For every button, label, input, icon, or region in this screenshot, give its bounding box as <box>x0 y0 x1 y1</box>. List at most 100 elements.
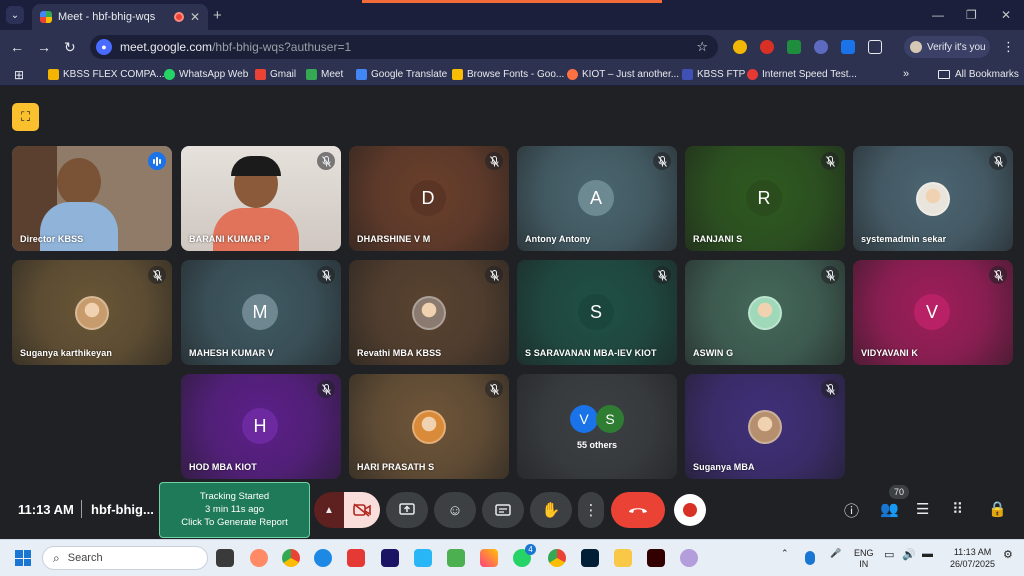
participant-tile[interactable]: Revathi MBA KBSS <box>349 260 509 365</box>
activities-icon[interactable]: ⠿ <box>952 500 963 518</box>
extension-icon[interactable] <box>814 40 828 54</box>
recording-notice-icon[interactable]: ⛶ <box>12 103 39 131</box>
language-indicator[interactable]: ENG IN <box>854 548 874 570</box>
app-icon[interactable] <box>347 549 365 567</box>
bookmark-label: Google Translate <box>371 69 448 80</box>
raise-hand-button[interactable]: ✋ <box>530 492 572 528</box>
meeting-info-icon[interactable]: ⓘ <box>844 500 859 521</box>
bookmark-item[interactable]: WhatsApp Web <box>164 69 248 80</box>
participant-tile[interactable]: R RANJANI S <box>685 146 845 251</box>
forward-icon[interactable]: → <box>37 39 51 55</box>
participant-tile[interactable]: M MAHESH KUMAR V <box>181 260 341 365</box>
bookmark-icon <box>48 69 59 80</box>
play-store-icon[interactable] <box>447 549 465 567</box>
start-icon[interactable] <box>15 550 31 566</box>
participant-name: Suganya MBA <box>693 462 755 472</box>
illustrator-icon[interactable] <box>647 549 665 567</box>
microphone-icon[interactable]: ● <box>96 39 112 55</box>
participant-tile[interactable]: Director KBSS <box>12 146 172 251</box>
bookmark-item[interactable]: Meet <box>306 69 343 80</box>
more-options-button[interactable]: ⋮ <box>578 492 604 528</box>
edge-icon[interactable] <box>314 549 332 567</box>
volume-icon[interactable]: 🔊 <box>902 548 916 561</box>
app-icon[interactable] <box>414 549 432 567</box>
app-icon[interactable] <box>250 549 268 567</box>
bookmark-item[interactable]: Browse Fonts - Goo... <box>452 69 564 80</box>
bookmark-item[interactable]: KBSS FTP <box>682 69 745 80</box>
apps-grid-icon[interactable]: ⊞ <box>14 68 24 82</box>
bookmark-item[interactable]: Gmail <box>255 69 296 80</box>
notifications-icon[interactable]: ⚙ <box>1003 548 1013 561</box>
file-explorer-icon[interactable] <box>614 549 632 567</box>
bookmark-item[interactable]: Google Translate <box>356 69 447 80</box>
participant-tile[interactable]: H HOD MBA KIOT <box>181 374 341 479</box>
participant-name: Suganya karthikeyan <box>20 348 112 358</box>
participant-tile[interactable]: S S SARAVANAN MBA-IEV KIOT <box>517 260 677 365</box>
recording-indicator-button[interactable] <box>674 494 706 526</box>
avatar <box>910 41 922 53</box>
participant-tile[interactable]: HARI PRASATH S <box>349 374 509 479</box>
reactions-button[interactable]: ☺ <box>434 492 476 528</box>
tab-search-button[interactable]: ⌄ <box>6 6 24 24</box>
bluetooth-icon[interactable] <box>805 551 815 565</box>
participant-tile[interactable]: ASWIN G <box>685 260 845 365</box>
camera-options-button[interactable]: ▲ <box>314 492 344 528</box>
close-window-icon[interactable]: ✕ <box>1001 8 1011 22</box>
people-icon[interactable]: 👥 <box>880 500 899 518</box>
participant-tile[interactable]: systemadmin sekar <box>853 146 1013 251</box>
bookmark-item[interactable]: KIOT – Just another... <box>567 69 679 80</box>
participant-tile[interactable]: Suganya karthikeyan <box>12 260 172 365</box>
profile-button[interactable]: Verify it's you <box>904 36 990 58</box>
captions-button[interactable] <box>482 492 524 528</box>
chat-icon[interactable]: ☰ <box>916 500 929 518</box>
extension-icon[interactable] <box>760 40 774 54</box>
more-menu-icon[interactable]: ⋮ <box>1002 39 1015 55</box>
taskbar-clock[interactable]: 11:13 AM 26/07/2025 <box>950 546 995 570</box>
participant-tile[interactable]: BARANI KUMAR P <box>181 146 341 251</box>
meet-icon <box>306 69 317 80</box>
close-tab-icon[interactable]: ✕ <box>190 10 200 24</box>
extension-icon[interactable] <box>841 40 855 54</box>
leave-call-button[interactable] <box>611 492 665 528</box>
participant-tile[interactable]: Suganya MBA <box>685 374 845 479</box>
browser-tab[interactable]: Meet - hbf-bhig-wqs ✕ <box>32 4 208 30</box>
chrome-icon[interactable] <box>548 549 566 567</box>
participant-tile[interactable]: A Antony Antony <box>517 146 677 251</box>
photoshop-icon[interactable] <box>581 549 599 567</box>
bookmark-item[interactable]: KBSS FLEX COMPA... <box>48 69 165 80</box>
participant-tile[interactable]: D DHARSHINE V M <box>349 146 509 251</box>
camera-off-button[interactable] <box>344 492 380 528</box>
extension-icon[interactable] <box>787 40 801 54</box>
bookmark-item[interactable]: Internet Speed Test... <box>747 69 857 80</box>
chrome-icon[interactable] <box>282 549 300 567</box>
bookmark-star-icon[interactable]: ☆ <box>696 39 708 55</box>
reload-icon[interactable]: ↻ <box>64 39 76 56</box>
address-bar[interactable]: ● meet.google.com /hbf-bhig-wqs?authuser… <box>90 35 718 59</box>
puzzle-icon[interactable] <box>868 40 882 54</box>
new-tab-button[interactable]: + <box>213 7 222 24</box>
app-icon[interactable] <box>680 549 698 567</box>
host-controls-icon[interactable]: 🔒 <box>988 500 1007 518</box>
hang-up-icon <box>629 508 647 513</box>
mic-tray-icon[interactable]: 🎤 <box>830 548 841 559</box>
mic-muted-icon <box>317 266 335 284</box>
extension-icon[interactable] <box>733 40 747 54</box>
participant-tile[interactable]: V VIDYAVANI K <box>853 260 1013 365</box>
all-bookmarks-button[interactable]: All Bookmarks <box>938 69 1019 80</box>
taskview-icon[interactable] <box>216 549 234 567</box>
avatar: R <box>746 180 782 216</box>
present-screen-button[interactable] <box>386 492 428 528</box>
more-bookmarks-icon[interactable]: » <box>903 68 909 80</box>
tray-expand-icon[interactable]: ⌃ <box>781 548 789 559</box>
restore-icon[interactable]: ❐ <box>966 8 977 22</box>
search-icon: ⌕ <box>53 550 60 565</box>
participant-tile[interactable]: V S 55 others <box>517 374 677 479</box>
premiere-icon[interactable] <box>381 549 399 567</box>
app-icon[interactable] <box>480 549 498 567</box>
taskbar-search[interactable]: ⌕ Search <box>42 546 208 570</box>
minimize-icon[interactable]: — <box>932 8 944 22</box>
back-icon[interactable]: ← <box>10 39 24 55</box>
tracking-report-button[interactable]: Tracking Started 3 min 11s ago Click To … <box>159 482 310 538</box>
battery-icon[interactable]: ▬ <box>922 548 933 560</box>
network-icon[interactable]: ▭ <box>884 548 894 561</box>
